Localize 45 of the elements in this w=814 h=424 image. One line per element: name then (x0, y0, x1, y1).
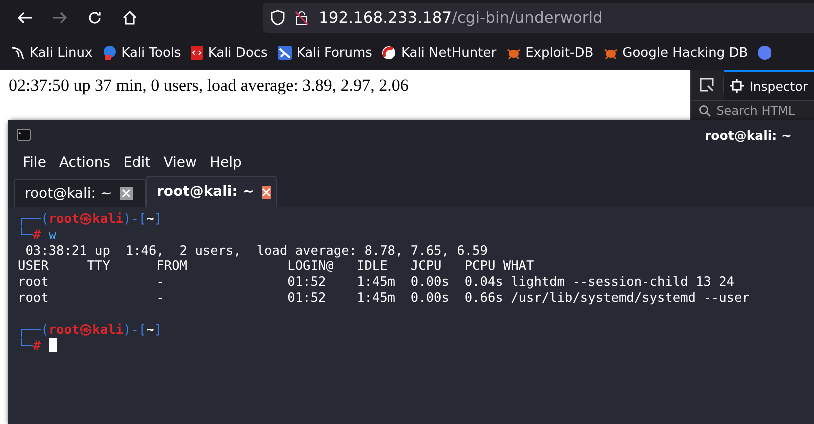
home-button[interactable] (121, 9, 139, 27)
menu-item[interactable]: Edit (124, 154, 151, 170)
forums-icon (276, 45, 293, 61)
close-icon[interactable] (120, 187, 134, 200)
terminal-icon (17, 129, 31, 141)
menu-item[interactable]: Actions (59, 154, 111, 170)
shield-icon (271, 10, 285, 26)
output-line: root - 01:52 1:45m 0.00s 0.04s lightdm --session-child 13 24 (18, 275, 736, 291)
text-cursor (48, 338, 57, 352)
bookmark-link[interactable]: Google Hacking DB (602, 45, 748, 61)
output-line: 03:38:21 up 1:46, 2 users, load average: 8.78, 7.65, 6.59 (24, 244, 489, 260)
address-bar[interactable]: 192.168.233.187/cgi-bin/underworld (263, 3, 814, 33)
prompt-line: ┌──(root㉿kali)-[~] (18, 212, 164, 227)
bookmark-link[interactable]: Kali Tools (102, 45, 182, 61)
element-picker-icon (698, 77, 715, 93)
bookmark-link[interactable]: Kali NetHunter (381, 45, 497, 61)
menu-item[interactable]: Help (210, 154, 242, 170)
bookmark-link[interactable] (757, 45, 772, 61)
prompt-line: ┌──(root㉿kali)-[~] (18, 322, 164, 338)
bookmark-link[interactable]: Exploit-DB (506, 45, 594, 61)
nethunter-icon (381, 45, 398, 61)
close-icon[interactable] (262, 186, 272, 198)
inspector-icon (730, 79, 744, 93)
reload-button[interactable] (86, 9, 104, 27)
menu-item[interactable]: View (164, 154, 197, 170)
prompt-text: └─# (18, 339, 42, 354)
prompt-text: └─# w (18, 228, 57, 243)
globe-icon (757, 45, 772, 61)
terminal-tab[interactable]: root@kali: ~ (14, 179, 146, 207)
search-icon (698, 105, 711, 117)
bookmark-link[interactable]: Kali Forums (276, 45, 372, 61)
bookmark-link[interactable]: Kali Docs (190, 45, 268, 61)
devtools-tab[interactable]: Inspector (724, 70, 814, 100)
page-text: 02:37:50 up 37 min, 0 users, load average: 3.89, 2.97, 2.06 (9, 76, 410, 96)
bookmark-link[interactable]: Kali Linux (10, 45, 93, 61)
lock-slash-icon (295, 10, 309, 26)
output-line: USER TTY FROM LOGIN@ IDLE JCPU PCPU WHAT (18, 259, 536, 276)
book-icon (190, 45, 204, 61)
tools-icon (102, 45, 118, 61)
output-line: root - 01:52 1:45m 0.00s 0.66s /usr/lib/systemd/systemd --user (18, 290, 751, 307)
menu-item[interactable]: File (23, 154, 46, 170)
search-field[interactable]: Search HTML (690, 102, 814, 120)
url-text: 192.168.233.187/cgi-bin/underworld (319, 9, 603, 27)
window-title: root@kali: ~ (705, 128, 792, 142)
terminal-tab[interactable]: root@kali: ~ (146, 176, 277, 207)
